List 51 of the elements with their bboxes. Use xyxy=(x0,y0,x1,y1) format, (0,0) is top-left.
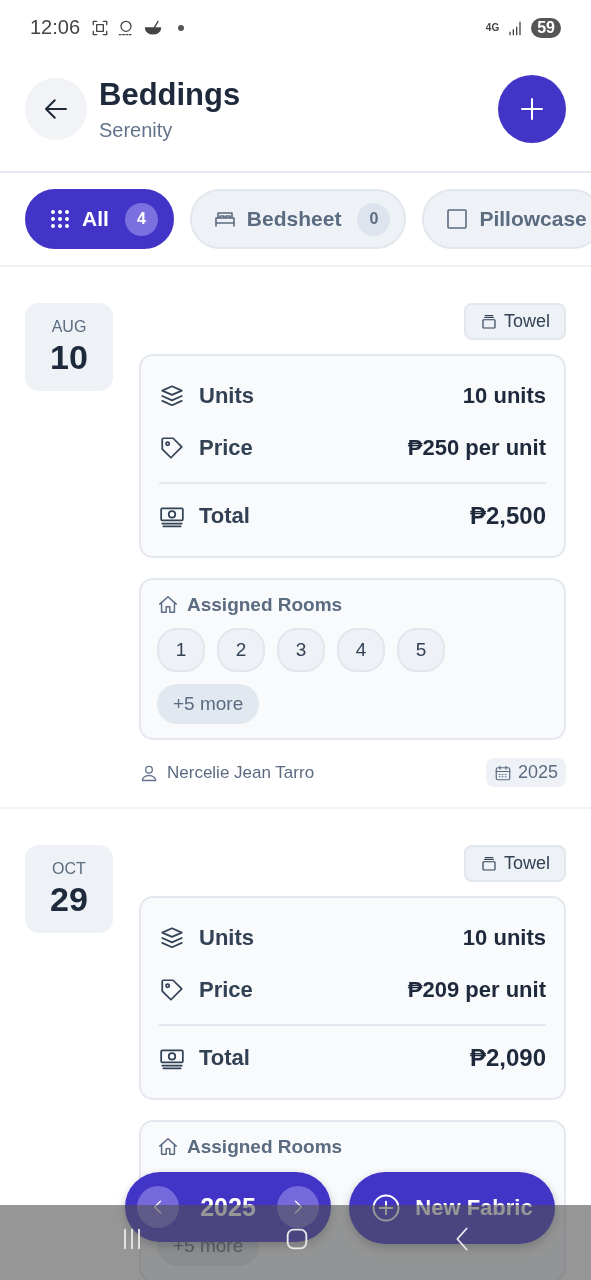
row-value: 10 units xyxy=(462,383,546,409)
stack-icon xyxy=(479,312,498,331)
room-chip: 1 xyxy=(157,628,205,672)
row-value: ₱209 per unit xyxy=(407,977,546,1003)
house-icon xyxy=(157,1136,179,1158)
date-day: 29 xyxy=(50,879,88,919)
row-value: 10 units xyxy=(462,925,546,951)
page-subtitle: Serenity xyxy=(99,118,174,142)
stack-icon xyxy=(479,854,498,873)
layers-icon xyxy=(159,383,185,409)
calendar-icon xyxy=(493,763,512,782)
battery-indicator: 59 xyxy=(531,17,561,38)
tag-icon xyxy=(159,435,185,461)
type-label: Towel xyxy=(503,311,550,332)
date-month: OCT xyxy=(52,859,86,878)
network-label: 4G xyxy=(485,22,500,33)
more-chip: +5 more xyxy=(157,684,260,724)
row-value: ₱2,090 xyxy=(469,1044,546,1072)
status-dot xyxy=(178,24,185,31)
room-chip: 5 xyxy=(397,628,445,672)
rooms-title: Assigned Rooms xyxy=(187,594,343,616)
status-time: 12:06 xyxy=(30,16,81,39)
rooms-title: Assigned Rooms xyxy=(187,1136,343,1158)
row-label: Price xyxy=(199,977,254,1003)
row-value: ₱250 per unit xyxy=(407,435,546,461)
count-badge: 4 xyxy=(124,202,158,236)
date-month: AUG xyxy=(51,317,87,336)
row-label: Total xyxy=(199,503,251,529)
house-icon xyxy=(157,594,179,616)
count-badge: 0 xyxy=(357,202,391,236)
filter-chip[interactable]: Bedsheet 0 xyxy=(189,189,407,249)
room-chip: 2 xyxy=(217,628,265,672)
room-chip: 3 xyxy=(277,628,325,672)
layers-icon xyxy=(159,925,185,951)
filter-chip[interactable]: All 4 xyxy=(25,189,174,249)
row-label: Price xyxy=(199,435,254,461)
page-title: Beddings xyxy=(99,76,242,113)
person-name: Nercelie Jean Tarro xyxy=(167,762,315,783)
plus-circle-icon xyxy=(371,1193,402,1223)
date-day: 10 xyxy=(50,337,88,377)
type-label: Towel xyxy=(503,853,550,874)
row-label: Units xyxy=(199,383,255,409)
square-icon xyxy=(445,207,470,231)
tag-icon xyxy=(159,977,185,1003)
row-label: Units xyxy=(199,925,255,951)
grid-icon xyxy=(48,207,72,231)
year-label: 2025 xyxy=(517,762,558,783)
row-value: ₱2,500 xyxy=(469,502,546,530)
filter-chip[interactable]: Pillowcase xyxy=(422,189,591,249)
room-chip: 4 xyxy=(337,628,385,672)
row-label: Total xyxy=(199,1045,251,1071)
